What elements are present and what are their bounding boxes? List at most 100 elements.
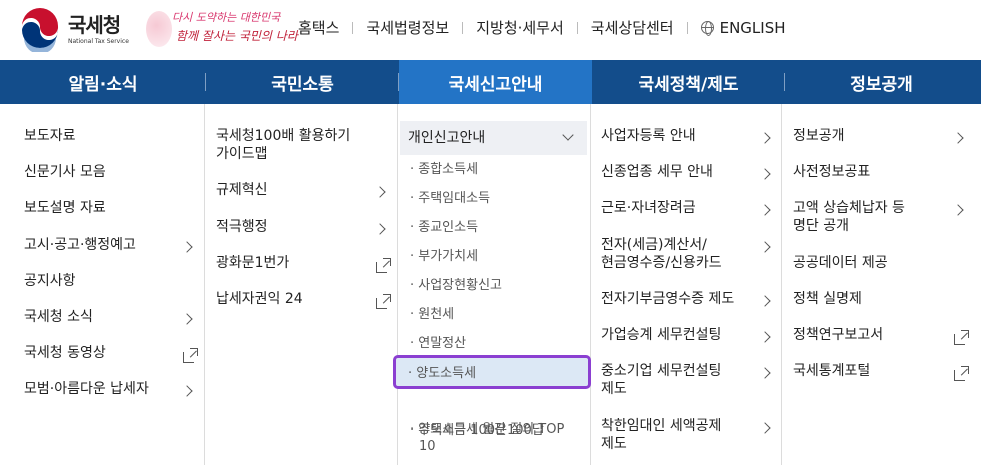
menu-group-personal-filing[interactable]: 개인신고안내 [400,121,587,155]
submenu-item-label: · 양도소득세 [408,366,477,381]
site-header: 국세청 National Tax Service 다시 도약하는 대한민국 함께… [0,0,981,60]
mega-menu: 보도자료 신문기사 모음 보도설명 자료 고시·공고·행정예고 공지사항 국세청… [0,104,981,465]
menu-column-news: 보도자료 신문기사 모음 보도설명 자료 고시·공고·행정예고 공지사항 국세청… [0,104,205,465]
menu-item-news-articles[interactable]: 신문기사 모음 [24,163,106,181]
external-link-icon [183,348,198,363]
menu-item-new-industry[interactable]: 신종업종 세무 안내 [601,163,713,181]
taegeuk-logo-icon [19,8,61,52]
menu-item-taxpayer-rights[interactable]: 납세자권익 24 [216,290,303,308]
nav-news[interactable]: 알림·소식 [0,60,206,104]
menu-item-public-data[interactable]: 공공데이터 제공 [793,254,888,272]
submenu-item-income-tax[interactable]: · 종합소득세 [410,161,478,178]
nav-tax-filing[interactable]: 국세신고안내 [399,60,592,104]
menu-item-press-explain[interactable]: 보도설명 자료 [24,199,106,217]
english-label: ENGLISH [719,18,786,37]
chevron-right-icon [759,241,771,253]
external-link-icon [954,366,969,381]
submenu-item-business-status[interactable]: · 사업장현황신고 [410,277,502,294]
submenu-item-capital-gains-faq-line2: 10 [419,439,436,454]
divider [686,21,688,34]
chevron-right-icon [759,422,771,434]
menu-item-policy-realname[interactable]: 정책 실명제 [793,290,862,308]
submenu-item-capital-gains-tax[interactable]: · 양도소득세 [393,355,591,389]
menu-column-tax-filing: 개인신고안내 · 종합소득세 · 주택임대소득 · 종교인소득 · 부가가치세 … [398,104,591,465]
submenu-item-capital-gains-faq[interactable]: · 양도소득세 월간 질의 TOP [410,421,564,438]
chevron-right-icon [952,132,964,144]
menu-item-pre-disclosure[interactable]: 사전정보공표 [793,163,870,181]
nav-disclosure[interactable]: 정보공개 [785,60,978,104]
nav-communication[interactable]: 국민소통 [206,60,399,104]
util-link-hometax[interactable]: 홈택스 [298,17,339,38]
chevron-right-icon [374,186,386,198]
divider [462,21,464,34]
menu-item-press-release[interactable]: 보도자료 [24,127,76,145]
slogan-decoration [146,11,172,47]
utility-links: 홈택스 국세법령정보 지방청·세무서 국세상담센터 ENGLISH [298,17,786,38]
menu-item-research-reports[interactable]: 정책연구보고서 [793,326,883,344]
chevron-right-icon [952,204,964,216]
chevron-right-icon [759,132,771,144]
logo-subtitle: National Tax Service [68,38,129,45]
chevron-right-icon [759,367,771,379]
menu-item-delinquent-list-line2: 명단 공개 [793,218,849,234]
menu-item-donation-receipt[interactable]: 전자기부금영수증 제도 [601,290,734,308]
menu-item-videos[interactable]: 국세청 동영상 [24,344,106,362]
menu-item-succession-consult[interactable]: 가업승계 세무컨설팅 [601,326,721,344]
menu-item-guide-map[interactable]: 국세청100배 활용하기 [216,127,350,145]
main-nav: 알림·소식 국민소통 국세신고안내 국세정책/제도 정보공개 [0,60,981,104]
slogan-line-1: 다시 도약하는 대한민국 [172,11,281,24]
menu-item-e-invoice[interactable]: 전자(세금)계산서/ [601,236,707,254]
submenu-item-withholding[interactable]: · 원천세 [410,306,454,323]
menu-item-active-admin[interactable]: 적극행정 [216,218,268,236]
globe-icon [700,20,714,36]
util-link-consult[interactable]: 국세상담센터 [591,17,674,38]
menu-item-gwanghwamun[interactable]: 광화문1번가 [216,254,289,272]
menu-column-disclosure: 정보공개 사전정보공표 고액 상습체납자 등 명단 공개 공공데이터 제공 정책… [782,104,981,465]
submenu-item-religious-income[interactable]: · 종교인소득 [410,219,478,236]
menu-item-guide-map-line2: 가이드맵 [216,146,268,162]
nav-tax-policy[interactable]: 국세정책/제도 [592,60,785,104]
external-link-icon [376,294,391,309]
chevron-right-icon [759,204,771,216]
nts-logo[interactable]: 국세청 National Tax Service [18,8,129,52]
menu-item-e-invoice-line2: 현금영수증/신용카드 [601,255,722,271]
chevron-right-icon [759,295,771,307]
divider [352,21,354,34]
menu-item-model-taxpayer[interactable]: 모범·아름다운 납세자 [24,380,149,398]
util-link-tax-law[interactable]: 국세법령정보 [366,17,449,38]
slogan-line-2: 함께 잘사는 국민의 나라 [176,29,298,43]
menu-item-regulation[interactable]: 규제혁신 [216,181,268,199]
logo-title: 국세청 [68,13,121,37]
chevron-right-icon [181,241,193,253]
menu-column-tax-policy: 사업자등록 안내 신종업종 세무 안내 근로·자녀장려금 전자(세금)계산서/ … [591,104,782,465]
submenu-item-vat[interactable]: · 부가가치세 [410,248,478,265]
menu-item-earned-income-credit[interactable]: 근로·자녀장려금 [601,199,696,217]
chevron-right-icon [759,331,771,343]
menu-item-business-registration[interactable]: 사업자등록 안내 [601,127,696,145]
submenu-item-rental-income[interactable]: · 주택임대소득 [410,190,490,207]
external-link-icon [376,258,391,273]
slogan-banner: 다시 도약하는 대한민국 함께 잘사는 국민의 나라 [146,9,298,49]
submenu-item-year-end[interactable]: · 연말정산 [410,335,466,352]
chevron-right-icon [181,313,193,325]
menu-column-communication: 국세청100배 활용하기 가이드맵 규제혁신 적극행정 광화문1번가 납세자권익… [205,104,398,465]
divider [576,21,578,34]
chevron-right-icon [759,168,771,180]
chevron-right-icon [181,385,193,397]
menu-item-announcements[interactable]: 공지사항 [24,272,76,290]
menu-item-notice-announce[interactable]: 고시·공고·행정예고 [24,236,136,254]
menu-item-delinquent-list[interactable]: 고액 상습체납자 등 [793,199,905,217]
chevron-down-icon [562,129,574,141]
menu-item-info-disclosure[interactable]: 정보공개 [793,127,845,145]
menu-item-nts-news[interactable]: 국세청 소식 [24,308,93,326]
menu-item-sme-consult-line2: 제도 [601,381,627,397]
menu-item-good-landlord-line2: 제도 [601,436,627,452]
util-link-offices[interactable]: 지방청·세무서 [476,17,564,38]
util-link-english[interactable]: ENGLISH [700,18,786,37]
menu-item-sme-consult[interactable]: 중소기업 세무컨설팅 [601,362,721,380]
menu-group-label: 개인신고안내 [408,130,486,146]
menu-item-good-landlord[interactable]: 착한임대인 세액공제 [601,417,721,435]
external-link-icon [954,330,969,345]
menu-item-tax-statistics[interactable]: 국세통계포털 [793,362,870,380]
chevron-right-icon [374,223,386,235]
